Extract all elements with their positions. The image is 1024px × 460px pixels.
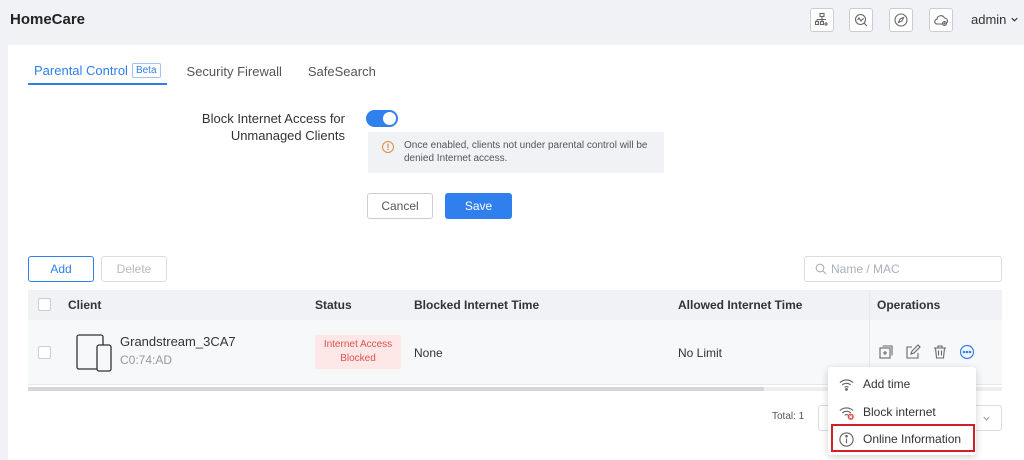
notice-text: Once enabled, clients not under parental… bbox=[404, 140, 648, 164]
operations-menu: Add time Block internet Online Informati… bbox=[828, 367, 976, 455]
scrollbar-thumb[interactable] bbox=[28, 387, 764, 391]
notice-box: ! Once enabled, clients not under parent… bbox=[368, 132, 664, 173]
client-name: Grandstream_3CA7 bbox=[120, 334, 236, 349]
wifi-blocked-icon bbox=[839, 406, 854, 420]
app-title: HomeCare bbox=[10, 11, 86, 28]
cancel-button[interactable]: Cancel bbox=[367, 193, 433, 219]
top-bar: HomeCare admin bbox=[0, 0, 1024, 40]
menu-item-block-internet[interactable]: Block internet bbox=[828, 399, 976, 425]
select-all-checkbox[interactable] bbox=[38, 298, 51, 311]
copy-icon[interactable] bbox=[878, 344, 894, 360]
block-access-toggle[interactable] bbox=[366, 110, 398, 127]
edit-icon[interactable] bbox=[905, 344, 921, 360]
allowed-time: No Limit bbox=[678, 346, 723, 360]
tab-security-firewall[interactable]: Security Firewall bbox=[181, 57, 288, 85]
search-icon bbox=[815, 263, 827, 275]
beta-badge: Beta bbox=[131, 62, 161, 78]
warning-icon: ! bbox=[382, 141, 394, 153]
cloud-icon[interactable] bbox=[929, 8, 953, 32]
row-checkbox[interactable] bbox=[38, 346, 51, 359]
col-blocked-time: Blocked Internet Time bbox=[414, 298, 540, 312]
search-placeholder: Name / MAC bbox=[831, 262, 900, 276]
network-add-icon[interactable] bbox=[810, 8, 834, 32]
chevron-down-icon bbox=[1011, 17, 1019, 22]
blocked-time: None bbox=[414, 346, 443, 360]
add-button[interactable]: Add bbox=[28, 256, 94, 282]
wifi-icon bbox=[839, 378, 854, 391]
search-input[interactable]: Name / MAC bbox=[804, 256, 1002, 282]
menu-item-label: Block internet bbox=[863, 405, 936, 419]
menu-item-label: Add time bbox=[863, 377, 911, 391]
col-allowed-time: Allowed Internet Time bbox=[678, 298, 803, 312]
delete-icon[interactable] bbox=[932, 344, 948, 360]
client-mac: C0:74:AD bbox=[120, 353, 173, 367]
tab-label: SafeSearch bbox=[307, 63, 376, 79]
save-button[interactable]: Save bbox=[445, 193, 512, 219]
column-divider bbox=[869, 290, 870, 320]
col-operations: Operations bbox=[877, 298, 941, 312]
col-client: Client bbox=[68, 298, 102, 312]
menu-item-online-information[interactable]: Online Information bbox=[828, 426, 976, 452]
menu-item-label: Online Information bbox=[863, 432, 962, 446]
tab-label: Parental Control bbox=[34, 62, 128, 78]
info-icon bbox=[839, 431, 854, 447]
main-card: Parental Control Beta Security Firewall … bbox=[8, 45, 1024, 460]
table-header: Client Status Blocked Internet Time Allo… bbox=[28, 290, 1002, 320]
tab-bar: Parental Control Beta Security Firewall … bbox=[28, 57, 396, 87]
block-access-label: Block Internet Access for Unmanaged Clie… bbox=[201, 111, 345, 143]
compass-icon[interactable] bbox=[889, 8, 913, 32]
status-badge: Internet Access Blocked bbox=[315, 335, 401, 369]
tab-parental-control[interactable]: Parental Control Beta bbox=[28, 57, 167, 85]
diagnose-icon[interactable] bbox=[849, 8, 873, 32]
user-name: admin bbox=[971, 12, 1007, 27]
tab-label: Security Firewall bbox=[186, 63, 282, 79]
chevron-down-icon bbox=[983, 416, 990, 421]
col-status: Status bbox=[315, 298, 352, 312]
delete-button[interactable]: Delete bbox=[101, 256, 167, 282]
menu-item-add-time[interactable]: Add time bbox=[828, 371, 976, 397]
user-menu[interactable]: admin bbox=[971, 12, 1019, 27]
total-count: Total: 1 bbox=[772, 411, 805, 422]
more-icon[interactable] bbox=[959, 344, 975, 360]
tab-safesearch[interactable]: SafeSearch bbox=[302, 57, 382, 85]
device-icon bbox=[76, 334, 112, 372]
